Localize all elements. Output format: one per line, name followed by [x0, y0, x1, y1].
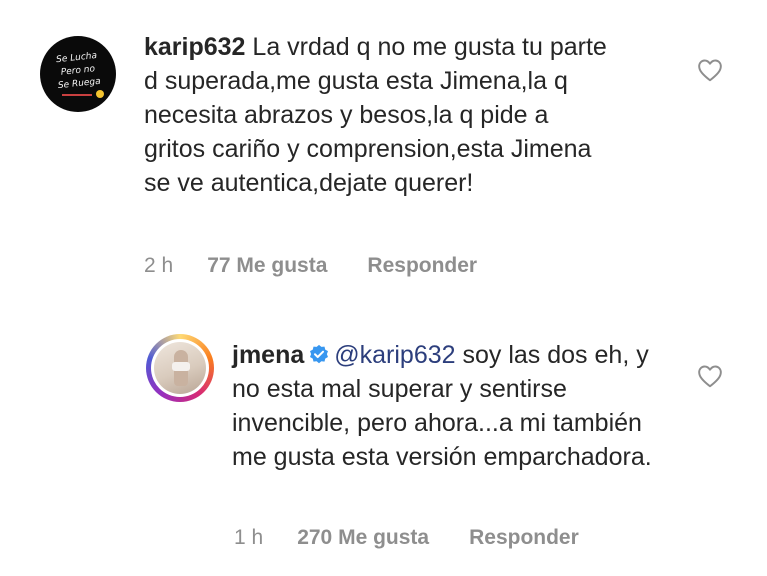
comment-meta: 1 h 270 Me gusta Responder: [234, 526, 579, 550]
avatar-underline: [62, 94, 92, 96]
verified-badge-icon: [310, 344, 329, 364]
timestamp: 2 h: [144, 254, 174, 277]
reply-button[interactable]: Responder: [469, 526, 579, 550]
avatar-text: Se Lucha Pero no Se Ruega: [55, 50, 102, 92]
avatar[interactable]: Se Lucha Pero no Se Ruega: [40, 36, 116, 112]
mention-link[interactable]: @karip632: [334, 341, 455, 369]
profile-photo: [154, 342, 206, 394]
emoji-icon: [96, 90, 104, 98]
comment-meta: 2 h 77 Me gusta Responder: [144, 254, 477, 278]
likes-count[interactable]: 77 Me gusta: [207, 254, 327, 278]
comment-body: karip632 La vrdad q no me gusta tu parte…: [144, 30, 614, 200]
heart-outline-icon[interactable]: [697, 58, 723, 82]
reply-item: jmena @karip632 soy las dos eh, y no est…: [0, 320, 767, 576]
username-link[interactable]: karip632: [144, 33, 245, 61]
heart-outline-icon[interactable]: [697, 364, 723, 388]
comment-item: Se Lucha Pero no Se Ruega karip632 La vr…: [0, 0, 767, 300]
likes-count[interactable]: 270 Me gusta: [297, 526, 429, 550]
username-link[interactable]: jmena: [232, 341, 304, 369]
reply-button[interactable]: Responder: [367, 254, 477, 278]
timestamp: 1 h: [234, 526, 264, 549]
avatar[interactable]: [151, 339, 209, 397]
comment-body: jmena @karip632 soy las dos eh, y no est…: [232, 338, 652, 474]
photo-detail: [172, 362, 190, 371]
